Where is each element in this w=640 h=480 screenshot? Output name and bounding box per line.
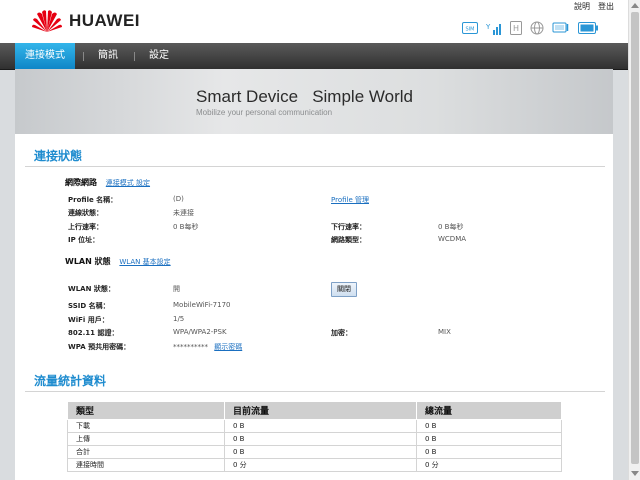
wlan-state-label: WLAN 狀態：: [68, 285, 115, 293]
ssid-value: MobileWiFi-7170: [173, 301, 231, 309]
wlan-state-value: 開: [173, 285, 180, 293]
banner: Smart Device Simple World Mobilize your …: [15, 69, 613, 134]
globe-icon: [530, 21, 544, 35]
huawei-logo-icon: [32, 10, 62, 32]
table-cell: 0 分: [416, 458, 562, 472]
battery-icon: [578, 22, 598, 34]
scroll-up-icon[interactable]: [631, 3, 639, 8]
show-password-link[interactable]: 顯示密碼: [214, 343, 242, 351]
tab-sms[interactable]: 簡訊: [98, 43, 118, 69]
table-cell: 0 B: [416, 432, 562, 446]
wlan-heading: WLAN 狀態 WLAN 基本設定: [65, 256, 171, 267]
wpa-key-value: **********: [173, 343, 208, 351]
help-link[interactable]: 說明: [574, 1, 590, 12]
wifi-users-label: WiFi 用戶：: [68, 316, 109, 324]
brand-logo: HUAWEI: [30, 8, 140, 34]
ssid-label: SSID 名稱：: [68, 302, 110, 310]
ip-address-label: IP 位址：: [68, 236, 100, 244]
svg-text:H: H: [513, 24, 519, 33]
table-row: 合計 0 B 0 B: [67, 445, 562, 459]
connection-status-value: 未連接: [173, 209, 194, 217]
table-cell: 0 B: [224, 445, 417, 459]
table-cell: 連接時間: [67, 458, 225, 472]
encryption-label: 加密：: [331, 329, 352, 337]
download-rate-value: 0 B每秒: [438, 223, 464, 231]
sim-icon: SIM: [462, 22, 478, 34]
traffic-table: 類型 目前流量 總流量 下載 0 B 0 B 上傳 0 B 0 B 合計 0 B…: [67, 401, 562, 472]
internet-heading-label: 網際網路: [65, 178, 97, 187]
nav-divider: [134, 52, 135, 61]
upload-rate-label: 上行速率：: [68, 223, 103, 231]
table-cell: 下載: [67, 419, 225, 433]
table-cell: 0 B: [416, 419, 562, 433]
banner-title: Smart Device Simple World: [196, 87, 413, 106]
wifi-users-value: 1/5: [173, 315, 185, 323]
network-mode-icon: H: [510, 21, 522, 35]
main-nav: 連接模式 簡訊 設定: [0, 43, 628, 70]
logout-link[interactable]: 登出: [598, 1, 614, 12]
scroll-down-icon[interactable]: [631, 471, 639, 476]
table-row: 連接時間 0 分 0 分: [67, 458, 562, 472]
tab-settings[interactable]: 設定: [149, 43, 169, 69]
scrollbar-thumb[interactable]: [631, 12, 639, 464]
wpa-key-row: ********** 顯示密碼: [173, 342, 242, 352]
vertical-scrollbar[interactable]: [628, 0, 640, 480]
table-header-row: 類型 目前流量 總流量: [67, 401, 562, 420]
wifi-device-icon: [552, 22, 569, 33]
connection-status-title: 連接狀態: [34, 149, 83, 163]
section-divider: [25, 166, 605, 167]
banner-subtitle: Mobilize your personal communication: [196, 108, 333, 117]
table-cell: 上傳: [67, 432, 225, 446]
wlan-basic-settings-link[interactable]: WLAN 基本設定: [119, 258, 170, 266]
profile-name-value: (D): [173, 195, 184, 203]
nav-divider: [83, 52, 84, 61]
profile-management-link[interactable]: Profile 管理: [331, 195, 369, 205]
network-type-value: WCDMA: [438, 235, 467, 243]
header: HUAWEI 說明 登出 SIM Y H: [0, 0, 628, 43]
network-type-label: 網路類型：: [331, 236, 366, 244]
signal-icon: Y: [486, 23, 501, 35]
connection-mode-settings-link[interactable]: 連接模式 設定: [106, 179, 150, 187]
auth-label: 802.11 認證：: [68, 329, 119, 337]
section-divider: [25, 391, 605, 392]
table-cell: 0 B: [416, 445, 562, 459]
auth-value: WPA/WPA2-PSK: [173, 328, 227, 336]
svg-text:Y: Y: [486, 23, 491, 31]
main-content: 連接狀態 網際網路 連接模式 設定 Profile 名稱： (D) Profil…: [15, 134, 613, 480]
connection-status-label: 連線狀態：: [68, 209, 103, 217]
internet-heading: 網際網路 連接模式 設定: [65, 177, 150, 188]
top-links: 說明 登出: [574, 1, 614, 12]
table-cell: 0 分: [224, 458, 417, 472]
brand-name: HUAWEI: [69, 11, 140, 30]
wlan-off-button[interactable]: 關閉: [331, 282, 357, 297]
profile-name-label: Profile 名稱：: [68, 196, 118, 204]
table-row: 下載 0 B 0 B: [67, 419, 562, 433]
column-header-total: 總流量: [416, 401, 562, 420]
wlan-heading-label: WLAN 狀態: [65, 257, 111, 266]
upload-rate-value: 0 B每秒: [173, 223, 199, 231]
traffic-statistics-title: 流量統計資料: [34, 374, 107, 388]
download-rate-label: 下行速率：: [331, 223, 366, 231]
table-cell: 0 B: [224, 432, 417, 446]
status-icons: SIM Y H: [462, 21, 598, 35]
tab-connection-mode[interactable]: 連接模式: [15, 43, 75, 69]
column-header-current: 目前流量: [224, 401, 417, 420]
wpa-key-label: WPA 預共用密碼：: [68, 343, 131, 351]
table-cell: 合計: [67, 445, 225, 459]
encryption-value: MIX: [438, 328, 451, 336]
column-header-type: 類型: [67, 401, 225, 420]
table-row: 上傳 0 B 0 B: [67, 432, 562, 446]
svg-text:SIM: SIM: [466, 27, 475, 33]
table-cell: 0 B: [224, 419, 417, 433]
